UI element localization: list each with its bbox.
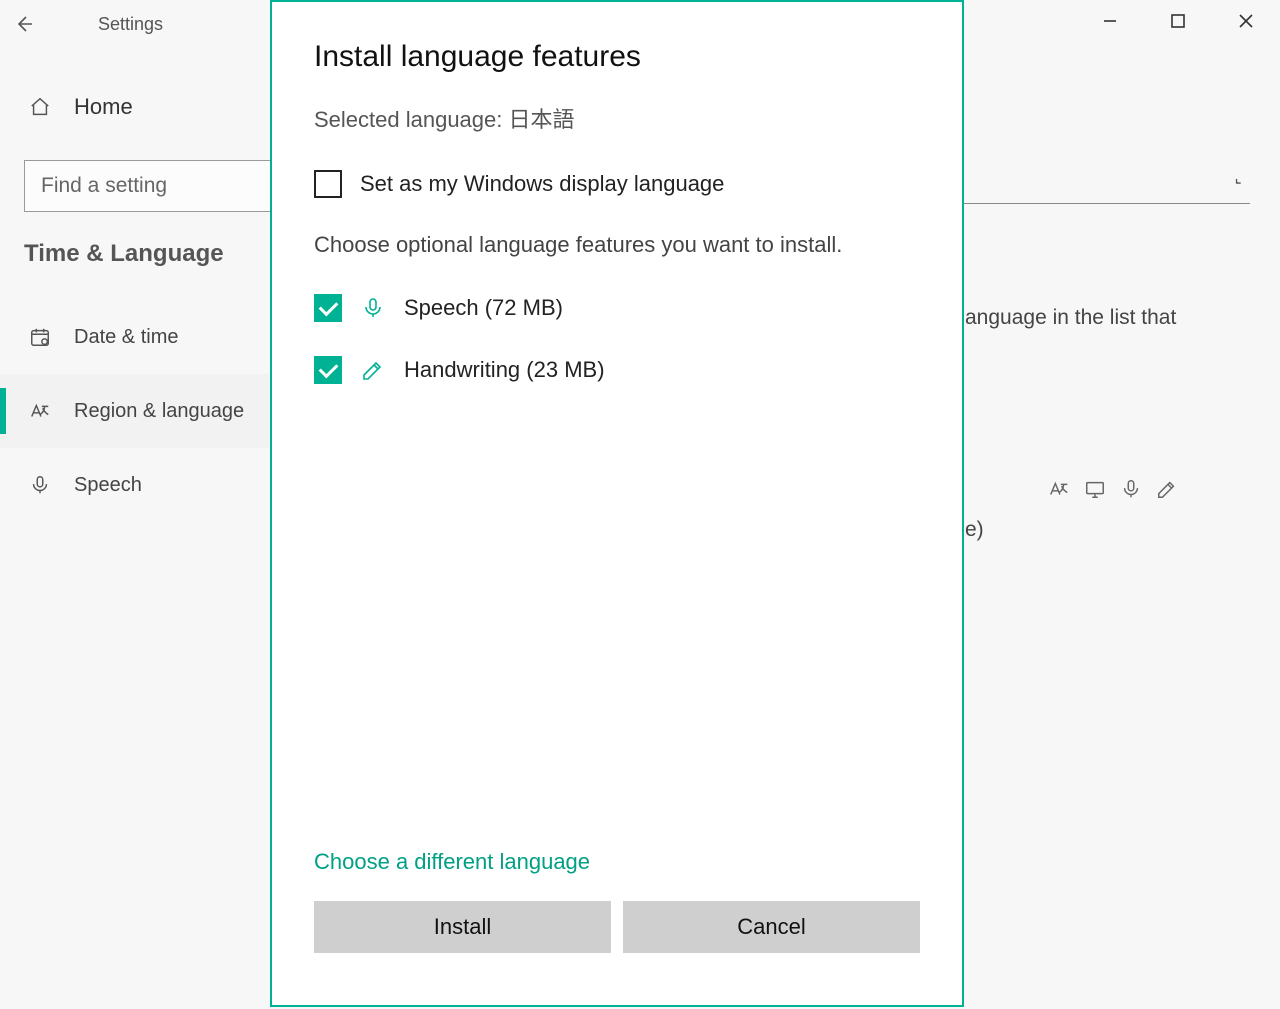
- selected-language-line: Selected language: 日本語: [314, 102, 920, 134]
- feature-handwriting-checkbox[interactable]: [314, 356, 342, 384]
- home-icon: [28, 96, 52, 118]
- display-icon: [1084, 478, 1106, 500]
- display-language-checkbox[interactable]: [314, 170, 342, 198]
- search-placeholder: Find a setting: [41, 174, 167, 198]
- mic-icon: [28, 474, 52, 496]
- language-icon: [28, 400, 52, 422]
- sidebar-item-date-time[interactable]: Date & time: [0, 300, 300, 374]
- background-text-2: e): [965, 518, 984, 542]
- sidebar-item-speech[interactable]: Speech: [0, 448, 300, 522]
- feature-handwriting-row[interactable]: Handwriting (23 MB): [314, 356, 920, 384]
- install-button[interactable]: Install: [314, 901, 611, 953]
- sidebar: Home: [0, 80, 270, 134]
- dialog-buttons: Install Cancel: [314, 901, 920, 953]
- feature-speech-checkbox[interactable]: [314, 294, 342, 322]
- dialog-title: Install language features: [314, 40, 920, 74]
- cancel-button[interactable]: Cancel: [623, 901, 920, 953]
- window-controls: [1076, 0, 1280, 42]
- background-text: anguage in the list that: [965, 306, 1176, 330]
- dialog-instruction: Choose optional language features you wa…: [314, 232, 920, 258]
- sidebar-item-home[interactable]: Home: [0, 80, 270, 134]
- sidebar-item-region-language[interactable]: Region & language: [0, 374, 300, 448]
- selected-language-label: Selected language:: [314, 107, 502, 132]
- feature-handwriting-label: Handwriting (23 MB): [404, 357, 605, 383]
- sidebar-nav: Date & time Region & language Speech: [0, 300, 300, 522]
- feature-speech-label: Speech (72 MB): [404, 295, 563, 321]
- feature-speech-row[interactable]: Speech (72 MB): [314, 294, 920, 322]
- window-title: Settings: [98, 14, 163, 35]
- minimize-button[interactable]: [1076, 0, 1144, 42]
- display-language-label: Set as my Windows display language: [360, 171, 724, 197]
- handwriting-icon: [1156, 478, 1178, 500]
- display-language-row[interactable]: Set as my Windows display language: [314, 170, 920, 198]
- mic-icon: [360, 296, 386, 320]
- close-button[interactable]: [1212, 0, 1280, 42]
- sidebar-item-label: Region & language: [74, 400, 244, 423]
- selected-language-value: 日本語: [509, 107, 575, 132]
- back-button[interactable]: [0, 0, 48, 48]
- chevron-down-icon: ⌄: [1227, 168, 1251, 192]
- sidebar-item-label: Date & time: [74, 326, 178, 349]
- feature-icons: [1048, 478, 1178, 500]
- mic-icon: [1120, 478, 1142, 500]
- sidebar-home-label: Home: [74, 94, 133, 120]
- install-language-dialog: Install language features Selected langu…: [270, 0, 964, 1007]
- maximize-button[interactable]: [1144, 0, 1212, 42]
- calendar-clock-icon: [28, 326, 52, 348]
- choose-different-language-link[interactable]: Choose a different language: [314, 849, 590, 875]
- sidebar-category: Time & Language: [24, 240, 224, 268]
- language-icon: [1048, 478, 1070, 500]
- handwriting-icon: [360, 358, 386, 382]
- sidebar-item-label: Speech: [74, 474, 142, 497]
